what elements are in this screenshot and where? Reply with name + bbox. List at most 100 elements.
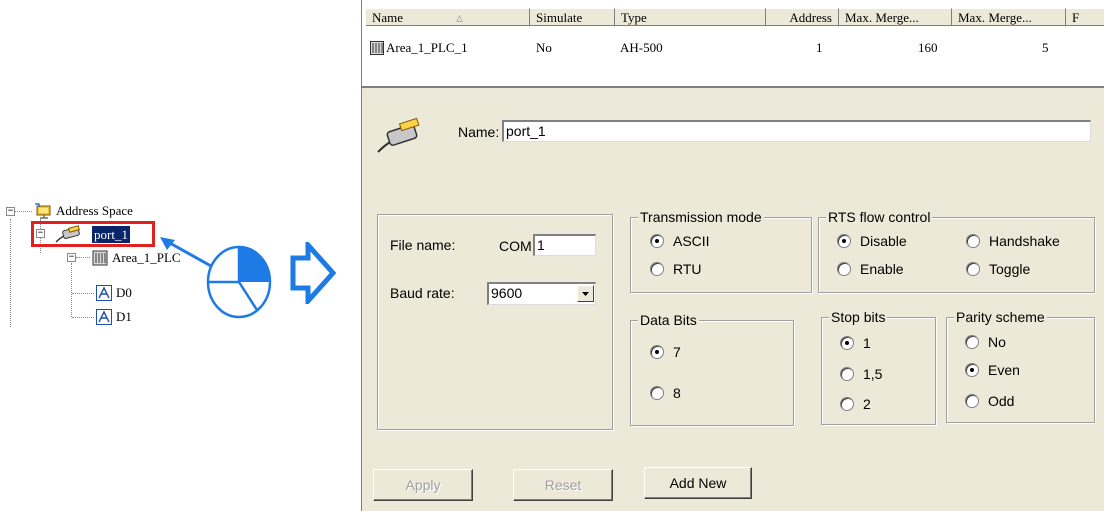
radio-unselected-icon — [965, 335, 979, 349]
radio-label: 1 — [863, 335, 871, 351]
plc-row-icon — [370, 41, 384, 55]
data-bits-title: Data Bits — [638, 312, 699, 328]
stop-bits-title: Stop bits — [829, 309, 888, 325]
radio-unselected-icon — [840, 397, 854, 411]
column-header-label: Name — [372, 10, 404, 25]
baud-rate-value: 9600 — [491, 285, 523, 301]
tree-tag-d1[interactable]: D1 — [116, 309, 132, 325]
radio-selected-icon — [840, 336, 854, 350]
file-name-label: File name: — [390, 237, 456, 253]
column-header-max-merge-2[interactable]: Max. Merge... — [952, 8, 1066, 26]
radio-unselected-icon — [966, 262, 980, 276]
radio-selected-icon — [837, 234, 851, 248]
radio-unselected-icon — [965, 394, 979, 408]
radio-label: 1,5 — [863, 366, 883, 382]
rts-toggle-radio[interactable]: Toggle — [966, 261, 1030, 277]
next-step-arrow-icon — [290, 242, 336, 304]
radio-label: Toggle — [989, 261, 1031, 277]
rts-disable-radio[interactable]: Disable — [837, 233, 907, 249]
stop-bits-2-radio[interactable]: 2 — [840, 396, 871, 412]
transmission-mode-group: Transmission mode — [630, 209, 812, 293]
column-header-label: Type — [621, 10, 647, 25]
device-table: Name ▵ Simulate Type Address Max. Merge.… — [362, 0, 1104, 88]
cell-address: 1 — [816, 40, 823, 55]
sort-ascending-icon: ▵ — [456, 10, 463, 25]
port-highlight-box — [31, 221, 155, 247]
name-input[interactable]: port_1 — [502, 120, 1091, 142]
name-label-text: Name: — [458, 124, 500, 140]
parity-even-radio[interactable]: Even — [965, 362, 1020, 378]
radio-label: Odd — [988, 393, 1015, 409]
column-header-overflow[interactable]: F — [1066, 8, 1104, 26]
radio-label: No — [988, 334, 1006, 350]
dropdown-arrow-button[interactable] — [577, 285, 594, 302]
data-bits-group: Data Bits — [630, 312, 794, 426]
column-header-name[interactable]: Name ▵ — [366, 8, 530, 26]
com-prefix-label: COM — [499, 238, 532, 254]
serial-port-large-icon — [374, 116, 426, 156]
add-new-button[interactable]: Add New — [644, 467, 752, 499]
column-header-simulate[interactable]: Simulate — [530, 8, 615, 26]
radio-label: ASCII — [673, 233, 710, 249]
rts-enable-radio[interactable]: Enable — [837, 261, 904, 277]
radio-label: Handshake — [989, 233, 1060, 249]
radio-unselected-icon — [650, 386, 664, 400]
radio-selected-icon — [965, 363, 979, 377]
radio-label: 7 — [673, 344, 681, 360]
com-port-input[interactable]: 1 — [533, 234, 596, 256]
data-bits-8-radio[interactable]: 8 — [650, 385, 681, 401]
column-header-max-merge-1[interactable]: Max. Merge... — [839, 8, 952, 26]
transmission-mode-title: Transmission mode — [638, 209, 764, 225]
reset-button[interactable]: Reset — [513, 469, 613, 501]
radio-unselected-icon — [840, 367, 854, 381]
rts-flow-control-title: RTS flow control — [826, 209, 933, 225]
column-header-label: Address — [789, 10, 832, 25]
cell-max-merge-1: 160 — [918, 40, 938, 55]
parity-scheme-title: Parity scheme — [954, 309, 1047, 325]
radio-label: 2 — [863, 396, 871, 412]
column-header-label: Max. Merge... — [958, 10, 1032, 25]
column-header-label: Simulate — [536, 10, 583, 25]
column-header-type[interactable]: Type — [615, 8, 766, 26]
radio-selected-icon — [650, 234, 664, 248]
radio-unselected-icon — [650, 262, 664, 276]
tag-d1-icon — [96, 309, 112, 325]
plc-expander-icon[interactable]: − — [67, 253, 76, 262]
stop-bits-1-5-radio[interactable]: 1,5 — [840, 366, 882, 382]
transmission-rtu-radio[interactable]: RTU — [650, 261, 702, 277]
cell-type: AH-500 — [620, 40, 663, 55]
radio-label: Disable — [860, 233, 907, 249]
radio-label: 8 — [673, 385, 681, 401]
radio-unselected-icon — [837, 262, 851, 276]
apply-button[interactable]: Apply — [373, 469, 473, 501]
root-expander-icon[interactable]: − — [6, 207, 15, 216]
tree-root-label[interactable]: Address Space — [56, 203, 133, 219]
radio-unselected-icon — [966, 234, 980, 248]
parity-odd-radio[interactable]: Odd — [965, 393, 1014, 409]
transmission-ascii-radio[interactable]: ASCII — [650, 233, 710, 249]
configuration-panel: Name ▵ Simulate Type Address Max. Merge.… — [361, 0, 1104, 511]
parity-no-radio[interactable]: No — [965, 334, 1006, 350]
radio-label: Even — [988, 362, 1020, 378]
cell-simulate: No — [536, 40, 552, 55]
rts-handshake-radio[interactable]: Handshake — [966, 233, 1060, 249]
plc-device-icon — [92, 250, 108, 266]
tag-d0-icon — [96, 285, 112, 301]
cell-name: Area_1_PLC_1 — [386, 40, 468, 55]
radio-label: Enable — [860, 261, 904, 277]
tree-tag-d0[interactable]: D0 — [116, 285, 132, 301]
radio-label: RTU — [673, 261, 702, 277]
name-label: Name: — [458, 124, 499, 140]
rts-flow-control-group: RTS flow control — [818, 209, 1095, 293]
stop-bits-1-radio[interactable]: 1 — [840, 335, 871, 351]
address-space-icon — [34, 203, 52, 219]
column-header-label: Max. Merge... — [845, 10, 919, 25]
chevron-down-icon — [582, 292, 589, 296]
baud-rate-select[interactable]: 9600 — [487, 282, 596, 305]
cell-max-merge-2: 5 — [1042, 40, 1049, 55]
mouse-click-icon — [206, 245, 272, 319]
baud-rate-label: Baud rate: — [390, 285, 455, 301]
data-bits-7-radio[interactable]: 7 — [650, 344, 681, 360]
column-header-address[interactable]: Address — [766, 8, 839, 26]
radio-selected-icon — [650, 345, 664, 359]
